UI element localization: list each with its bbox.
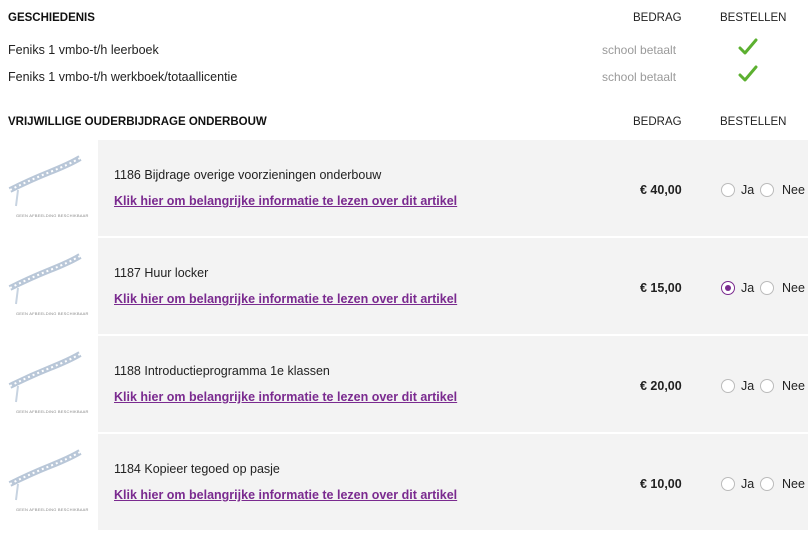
column-header-bestellen: BESTELLEN [720,116,787,128]
film-strip-icon [8,449,82,501]
book-item-status: school betaalt [602,43,677,57]
article-title: 1187 Huur locker [114,266,209,280]
radio-nee-label[interactable]: Nee [782,183,805,197]
radio-ja-label[interactable]: Ja [741,379,754,393]
radio-ja[interactable] [721,379,735,393]
radio-nee[interactable] [760,379,774,393]
article-title: 1186 Bijdrage overige voorzieningen onde… [114,168,382,182]
film-strip-icon [8,155,82,207]
no-image-label: GEEN AFBEELDING BESCHIKBAAR [16,507,89,512]
article-row: GEEN AFBEELDING BESCHIKBAAR 1186 Bijdrag… [0,140,808,236]
info-link[interactable]: Klik hier om belangrijke informatie te l… [114,194,457,208]
book-item-name: Feniks 1 vmbo-t/h werkboek/totaallicenti… [8,70,238,84]
column-header-bedrag: BEDRAG [633,12,682,24]
no-image-label: GEEN AFBEELDING BESCHIKBAAR [16,409,89,414]
no-image-label: GEEN AFBEELDING BESCHIKBAAR [16,311,89,316]
no-image-label: GEEN AFBEELDING BESCHIKBAAR [16,213,89,218]
radio-nee-label[interactable]: Nee [782,379,805,393]
article-price: € 20,00 [640,379,682,393]
film-strip-icon [8,351,82,403]
section-title-ouderbijdrage: VRIJWILLIGE OUDERBIJDRAGE ONDERBOUW [8,116,267,128]
radio-ja[interactable] [721,477,735,491]
article-thumbnail: GEEN AFBEELDING BESCHIKBAAR [0,336,96,432]
article-thumbnail: GEEN AFBEELDING BESCHIKBAAR [0,434,96,530]
article-price: € 10,00 [640,477,682,491]
section-title-geschiedenis: GESCHIEDENIS [8,12,95,24]
info-link[interactable]: Klik hier om belangrijke informatie te l… [114,488,457,502]
radio-nee[interactable] [760,477,774,491]
radio-ja-label[interactable]: Ja [741,477,754,491]
column-header-bestellen: BESTELLEN [720,12,787,24]
column-header-bedrag: BEDRAG [633,116,682,128]
article-row: GEEN AFBEELDING BESCHIKBAAR 1187 Huur lo… [0,238,808,334]
radio-nee-label[interactable]: Nee [782,281,805,295]
article-thumbnail: GEEN AFBEELDING BESCHIKBAAR [0,238,96,334]
radio-nee-label[interactable]: Nee [782,477,805,491]
info-link[interactable]: Klik hier om belangrijke informatie te l… [114,390,457,404]
radio-nee[interactable] [760,183,774,197]
radio-nee[interactable] [760,281,774,295]
article-title: 1184 Kopieer tegoed op pasje [114,462,280,476]
radio-ja-label[interactable]: Ja [741,183,754,197]
article-row: GEEN AFBEELDING BESCHIKBAAR 1184 Kopieer… [0,434,808,530]
article-row: GEEN AFBEELDING BESCHIKBAAR 1188 Introdu… [0,336,808,432]
article-thumbnail: GEEN AFBEELDING BESCHIKBAAR [0,140,96,236]
book-item-name: Feniks 1 vmbo-t/h leerboek [8,43,159,57]
checkmark-icon [738,65,758,83]
article-price: € 40,00 [640,183,682,197]
checkmark-icon [738,38,758,56]
info-link[interactable]: Klik hier om belangrijke informatie te l… [114,292,457,306]
film-strip-icon [8,253,82,305]
article-title: 1188 Introductieprogramma 1e klassen [114,364,330,378]
article-price: € 15,00 [640,281,682,295]
radio-ja-label[interactable]: Ja [741,281,754,295]
radio-ja[interactable] [721,281,735,295]
book-item-status: school betaalt [602,70,677,84]
radio-ja[interactable] [721,183,735,197]
